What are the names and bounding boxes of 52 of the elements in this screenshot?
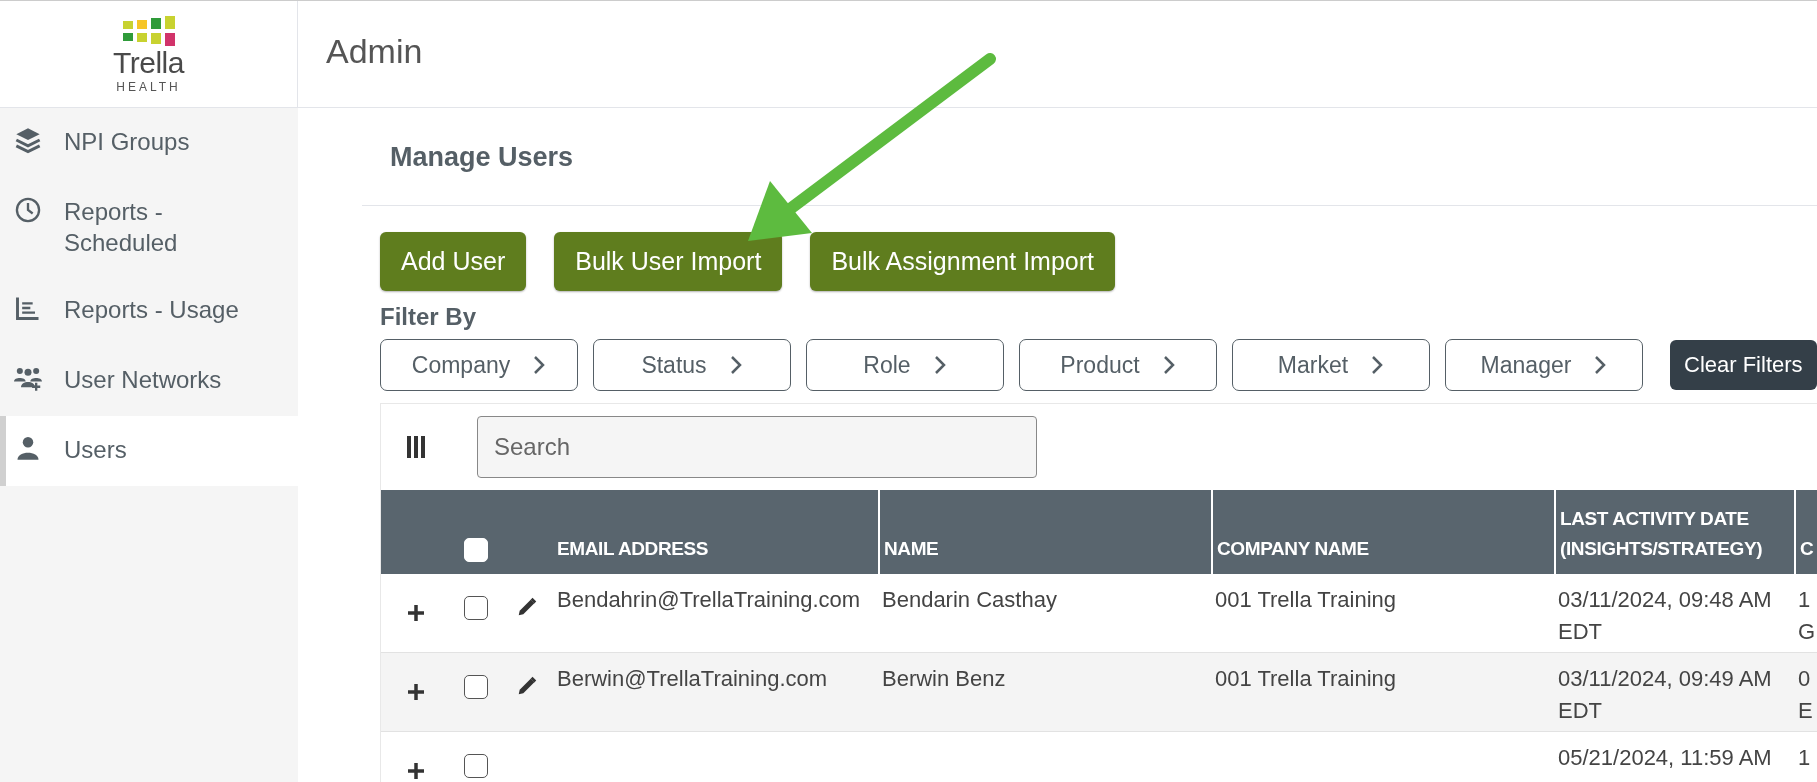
chevron-right-icon [1370, 354, 1385, 376]
logo-tagline: HEALTH [116, 80, 181, 94]
table-cell-text: 03/11/2024, 09:49 AM EDT [1557, 665, 1773, 725]
page-header-title: Admin [326, 31, 423, 71]
table-cell: 001 Trella Training [1215, 666, 1396, 691]
filter-label: Filter By [379, 302, 478, 332]
table-cell-text: 03/11/2024, 09:48 AM EDT [1557, 586, 1773, 646]
sidebar-item[interactable]: Users [0, 416, 298, 486]
pencil-icon[interactable] [516, 596, 538, 618]
chevron-right-icon [1161, 354, 1176, 376]
table-cell-text: 1 [1797, 744, 1812, 772]
action-button[interactable]: Bulk Assignment Import [810, 232, 1115, 291]
column-header: EMAIL ADDRESS [556, 537, 710, 561]
table-cell-text: 1 G [1797, 586, 1817, 646]
filter-button[interactable]: Status [593, 339, 791, 391]
logo-mark-icon [120, 14, 177, 48]
select-all-checkbox[interactable] [464, 538, 488, 562]
table-cell: Berwin@TrellaTraining.com [557, 666, 828, 691]
filter-button[interactable]: Market [1232, 339, 1430, 391]
action-button[interactable]: Add User [380, 232, 527, 291]
sidebar-item[interactable]: Reports - Scheduled [0, 178, 298, 276]
table-cell: Bendahrin@TrellaTraining.com [557, 587, 861, 612]
row-checkbox[interactable] [464, 754, 488, 778]
sidebar-item[interactable]: NPI Groups [0, 108, 298, 178]
filter-button[interactable]: Company [380, 339, 578, 391]
layers-icon [14, 126, 42, 154]
chevron-right-icon [532, 354, 547, 376]
expand-icon[interactable] [407, 762, 425, 780]
row-checkbox[interactable] [464, 675, 488, 699]
expand-icon[interactable] [407, 604, 425, 622]
clock-icon [14, 196, 42, 224]
expand-icon[interactable] [407, 683, 425, 701]
row-checkbox[interactable] [464, 596, 488, 620]
table-cell-text: 05/21/2024, 11:59 AM [1557, 744, 1773, 772]
action-button[interactable]: Bulk User Import [554, 232, 783, 291]
table-cell: 001 Trella Training [1215, 587, 1396, 612]
chevron-right-icon [932, 354, 947, 376]
filter-button[interactable]: Manager [1445, 339, 1643, 391]
sidebar-item[interactable]: Reports - Usage [0, 276, 298, 346]
logo-name: Trella [113, 48, 184, 78]
filter-button[interactable]: Product [1019, 339, 1217, 391]
table-cell: Bendarin Casthay [882, 587, 1057, 612]
table-cell-text: 0 E [1797, 665, 1814, 725]
sidebar-item[interactable]: User Networks [0, 346, 298, 416]
search-field[interactable]: Search [477, 416, 1037, 478]
columns-icon[interactable] [407, 435, 427, 459]
filter-button[interactable]: Role [806, 339, 1004, 391]
table-cell: Berwin Benz [882, 666, 1006, 691]
pencil-icon[interactable] [516, 675, 538, 697]
clear-filters-button[interactable]: Clear Filters [1670, 340, 1817, 390]
chevron-right-icon [728, 354, 743, 376]
chevron-right-icon [1593, 354, 1608, 376]
